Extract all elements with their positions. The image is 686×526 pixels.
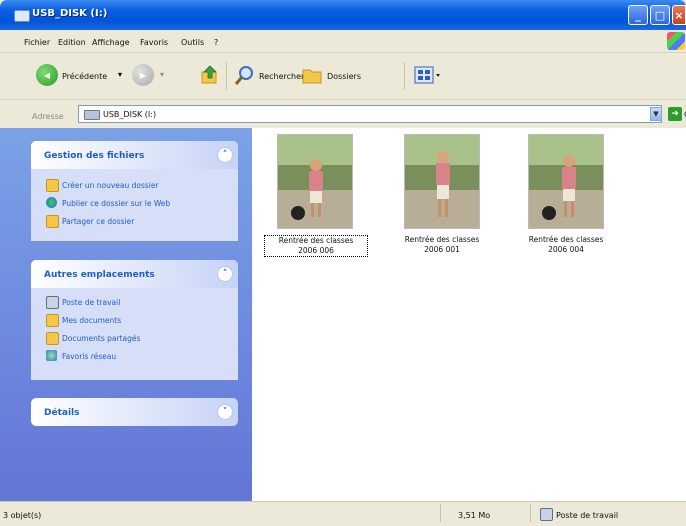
back-button[interactable]: ◀ — [36, 64, 58, 86]
forward-dropdown-icon[interactable]: ▾ — [160, 70, 164, 79]
folders-label[interactable]: Dossiers — [327, 72, 361, 81]
menu-edition[interactable]: Edition — [58, 38, 86, 47]
place-network[interactable]: Favoris réseau — [62, 352, 116, 361]
close-icon: × — [674, 8, 684, 22]
back-arrow-icon: ◀ — [43, 70, 51, 80]
documents-folder-icon — [46, 314, 59, 327]
address-input[interactable] — [78, 105, 662, 123]
folders-button[interactable] — [301, 64, 323, 86]
collapse-chevron-icon[interactable]: ˄ — [217, 266, 233, 282]
photo-child-icon — [405, 135, 479, 228]
collapse-chevron-icon[interactable]: ˄ — [217, 147, 233, 163]
up-folder-icon — [201, 65, 217, 84]
file-caption-selected[interactable]: Rentrée des classes 2006 006 — [264, 235, 368, 257]
other-places-title[interactable]: Autres emplacements — [44, 270, 155, 280]
menu-fichier[interactable]: Fichier — [24, 38, 50, 47]
close-button[interactable]: × — [672, 5, 686, 25]
address-value[interactable]: USB_DISK (I:) — [103, 110, 156, 119]
maximize-icon: □ — [654, 8, 666, 22]
computer-icon — [540, 508, 553, 521]
go-arrow-icon: ➜ — [671, 109, 679, 119]
minimize-icon: _ — [635, 8, 641, 22]
status-object-count: 3 objet(s) — [3, 511, 42, 520]
go-button[interactable]: ➜ — [668, 107, 682, 121]
search-label[interactable]: Rechercher — [259, 72, 304, 81]
network-icon — [46, 350, 57, 361]
task-new-folder[interactable]: Créer un nouveau dossier — [62, 181, 159, 190]
up-folder-button[interactable] — [200, 64, 220, 86]
status-divider — [440, 504, 441, 522]
status-location: Poste de travail — [556, 511, 619, 520]
task-publish-web[interactable]: Publier ce dossier sur le Web — [62, 199, 170, 208]
file-name-number: 2006 001 — [424, 245, 460, 254]
file-name: Rentrée des classes — [404, 235, 480, 244]
menu-outils[interactable]: Outils — [181, 38, 204, 47]
windows-logo-icon — [667, 32, 685, 50]
file-name-number: 2006 004 — [548, 245, 584, 254]
photo-child-icon — [278, 135, 352, 228]
forward-arrow-icon: ▶ — [139, 70, 147, 80]
photo-thumbnail[interactable] — [404, 134, 480, 229]
address-label: Adresse — [32, 112, 64, 121]
computer-icon — [46, 296, 59, 309]
views-icon — [414, 66, 440, 84]
file-name: Rentrée des classes — [278, 236, 354, 245]
views-button[interactable] — [414, 64, 442, 86]
details-title[interactable]: Détails — [44, 408, 79, 418]
status-divider — [530, 504, 531, 522]
file-caption[interactable]: Rentrée des classes 2006 004 — [515, 235, 617, 255]
place-my-computer[interactable]: Poste de travail — [62, 298, 120, 307]
back-dropdown-icon[interactable]: ▾ — [118, 70, 122, 79]
drive-icon — [84, 110, 100, 120]
new-folder-icon — [46, 179, 59, 192]
photo-child-icon — [529, 135, 603, 228]
photo-thumbnail[interactable] — [277, 134, 353, 229]
photo-thumbnail[interactable] — [528, 134, 604, 229]
toolbar-separator — [404, 62, 405, 90]
forward-button[interactable]: ▶ — [132, 64, 154, 86]
window-title: USB_DISK (I:) — [32, 8, 108, 19]
place-my-documents[interactable]: Mes documents — [62, 316, 121, 325]
file-name-number: 2006 006 — [298, 246, 334, 255]
drive-icon — [14, 10, 30, 22]
search-icon — [234, 66, 253, 85]
chevron-down-icon: ▼ — [653, 110, 659, 118]
back-label[interactable]: Précédente — [62, 72, 107, 81]
toolbar-separator — [226, 62, 227, 90]
file-tasks-title[interactable]: Gestion des fichiers — [44, 151, 144, 161]
file-caption[interactable]: Rentrée des classes 2006 001 — [391, 235, 493, 255]
file-name: Rentrée des classes — [528, 235, 604, 244]
share-folder-icon — [46, 215, 59, 228]
globe-icon — [46, 197, 57, 208]
status-size: 3,51 Mo — [458, 511, 491, 520]
maximize-button[interactable]: □ — [650, 5, 670, 25]
search-button[interactable] — [234, 64, 256, 86]
folders-icon — [302, 69, 322, 84]
shared-folder-icon — [46, 332, 59, 345]
place-shared-documents[interactable]: Documents partagés — [62, 334, 140, 343]
minimize-button[interactable]: _ — [628, 5, 648, 25]
menu-affichage[interactable]: Affichage — [92, 38, 130, 47]
expand-chevron-icon[interactable]: ˅ — [217, 404, 233, 420]
task-share-folder[interactable]: Partager ce dossier — [62, 217, 134, 226]
address-dropdown-button[interactable]: ▼ — [650, 107, 662, 121]
menu-help[interactable]: ? — [214, 38, 218, 47]
menu-favoris[interactable]: Favoris — [140, 38, 168, 47]
